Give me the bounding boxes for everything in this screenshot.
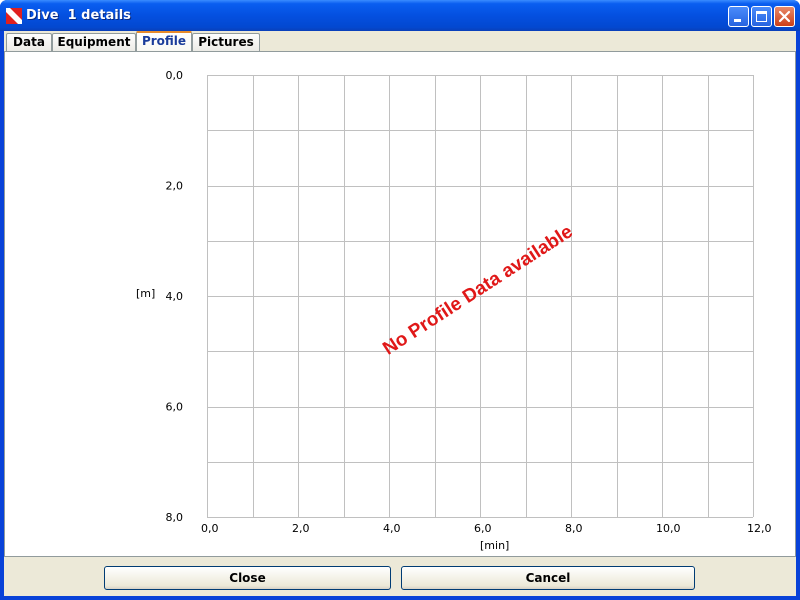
- close-dialog-button[interactable]: Close: [104, 566, 391, 590]
- dive-profile-chart: 0,0 2,0 4,0 6,0 8,0 0,0 2,0 4,0 6,0 8,0 10,0 12,0 [m…: [136, 69, 772, 552]
- x-axis-label: [min]: [480, 539, 509, 552]
- x-tick-label: 2,0: [292, 522, 310, 535]
- tab-pictures[interactable]: Pictures: [192, 33, 260, 51]
- y-axis-label: [m]: [136, 287, 155, 300]
- tab-data[interactable]: Data: [6, 33, 52, 51]
- x-tick-label: 6,0: [474, 522, 492, 535]
- x-tick-label: 12,0: [747, 522, 772, 535]
- cancel-button[interactable]: Cancel: [401, 566, 695, 590]
- x-tick-label: 8,0: [565, 522, 583, 535]
- dive-details-window: Dive 1 details Data Equipment Profile Pi…: [0, 0, 800, 600]
- x-tick-label: 4,0: [383, 522, 401, 535]
- minimize-icon: [734, 19, 741, 22]
- minimize-button[interactable]: [728, 6, 749, 27]
- tab-equipment[interactable]: Equipment: [52, 33, 136, 51]
- close-icon: [778, 10, 791, 23]
- window-title: Dive 1 details: [26, 8, 131, 23]
- window-client-area: Data Equipment Profile Pictures 0,0 2,0 4,…: [4, 31, 796, 596]
- y-tick-label: 8,0: [166, 511, 184, 524]
- tab-strip: Data Equipment Profile Pictures: [4, 31, 796, 53]
- maximize-button[interactable]: [751, 6, 772, 27]
- close-button[interactable]: [774, 6, 795, 27]
- y-tick-label: 0,0: [166, 69, 184, 82]
- profile-panel: 0,0 2,0 4,0 6,0 8,0 0,0 2,0 4,0 6,0 8,0 10,0 12,0 [m…: [4, 51, 796, 557]
- dive-flag-icon: [6, 8, 22, 24]
- x-tick-label: 10,0: [656, 522, 681, 535]
- title-bar[interactable]: Dive 1 details: [0, 0, 800, 31]
- tab-profile[interactable]: Profile: [136, 31, 192, 52]
- x-tick-label: 0,0: [201, 522, 219, 535]
- y-tick-label: 2,0: [166, 180, 184, 193]
- y-tick-label: 4,0: [166, 290, 184, 303]
- maximize-icon: [756, 11, 767, 22]
- y-tick-label: 6,0: [166, 401, 184, 414]
